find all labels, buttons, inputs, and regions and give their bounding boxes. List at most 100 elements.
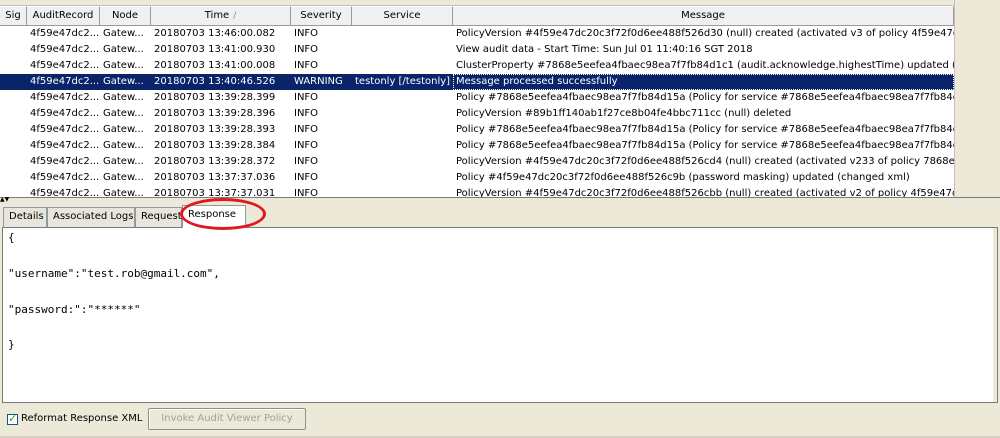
cell-node: Gatew... xyxy=(103,124,144,135)
cell-time: 20180703 13:39:28.399 xyxy=(154,92,276,103)
cell-node: Gatew... xyxy=(103,156,144,167)
table-body: 4f59e47dc2... Gatew... 20180703 13:46:00.0… xyxy=(0,26,954,198)
column-header-service[interactable]: Service xyxy=(352,6,453,26)
response-line: "username":"test.rob@gmail.com", xyxy=(8,267,220,280)
cell-severity: INFO xyxy=(294,60,319,71)
cell-node: Gatew... xyxy=(103,140,144,151)
cell-auditrecord: 4f59e47dc2... xyxy=(30,156,100,167)
tab-label: Request xyxy=(141,211,182,222)
reformat-response-xml-label: Reformat Response XML xyxy=(21,413,143,424)
cell-service: testonly [/testonly] xyxy=(355,76,451,87)
table-row[interactable]: 4f59e47dc2... Gatew... 20180703 13:39:28.3… xyxy=(0,138,954,154)
cell-sig xyxy=(0,42,27,58)
table-row[interactable]: 4f59e47dc2... Gatew... 20180703 13:46:00.0… xyxy=(0,26,954,42)
column-header-sig[interactable]: Sig xyxy=(0,6,27,26)
cell-time: 20180703 13:39:28.396 xyxy=(154,108,276,119)
table-row[interactable]: 4f59e47dc2... Gatew... 20180703 13:39:28.3… xyxy=(0,90,954,106)
cell-service xyxy=(352,26,453,42)
cell-sig xyxy=(0,106,27,122)
cell-service xyxy=(352,138,453,154)
cell-severity: INFO xyxy=(294,92,319,103)
cell-severity: INFO xyxy=(294,124,319,135)
tab-request[interactable]: Request xyxy=(135,207,182,227)
response-scrollbar[interactable] xyxy=(993,228,997,402)
table-row[interactable]: 4f59e47dc2... Gatew... 20180703 13:37:37.0… xyxy=(0,186,954,198)
table-row[interactable]: 4f59e47dc2... Gatew... 20180703 13:37:37.0… xyxy=(0,170,954,186)
cell-service xyxy=(352,90,453,106)
cell-severity: INFO xyxy=(294,28,319,39)
column-header-time[interactable]: Time / xyxy=(151,6,291,26)
cell-message: Message processed successfully xyxy=(453,74,954,90)
cell-severity: INFO xyxy=(294,108,319,119)
table-row[interactable]: 4f59e47dc2... Gatew... 20180703 13:41:00.9… xyxy=(0,42,954,58)
cell-message: PolicyVersion #4f59e47dc20c3f72f0d6ee488… xyxy=(456,188,954,198)
table-right-gutter xyxy=(954,0,1000,197)
cell-service xyxy=(352,186,453,197)
invoke-audit-viewer-policy-button[interactable]: Invoke Audit Viewer Policy xyxy=(148,408,306,430)
detail-tabs: Details Associated Logs Request Response xyxy=(0,203,1000,228)
cell-service xyxy=(352,58,453,74)
column-header-label: Node xyxy=(111,10,139,21)
cell-service xyxy=(352,154,453,170)
table-row[interactable]: 4f59e47dc2... Gatew... 20180703 13:41:00.0… xyxy=(0,58,954,74)
sort-indicator-icon: / xyxy=(233,11,237,21)
cell-sig xyxy=(0,154,27,170)
cell-message: Policy #4f59e47dc20c3f72f0d6ee488f526c9b… xyxy=(456,172,910,183)
cell-node: Gatew... xyxy=(103,28,144,39)
cell-sig xyxy=(0,90,27,106)
checkbox-checked-icon[interactable] xyxy=(7,412,18,426)
cell-severity: INFO xyxy=(294,188,319,198)
cell-node: Gatew... xyxy=(103,92,144,103)
cell-auditrecord: 4f59e47dc2... xyxy=(30,60,100,71)
cell-severity: INFO xyxy=(294,44,319,55)
column-header-message[interactable]: Message xyxy=(453,6,954,26)
column-header-node[interactable]: Node xyxy=(100,6,151,26)
tab-associated-logs[interactable]: Associated Logs xyxy=(47,207,135,227)
cell-auditrecord: 4f59e47dc2... xyxy=(30,44,100,55)
column-header-severity[interactable]: Severity xyxy=(291,6,352,26)
cell-time: 20180703 13:41:00.930 xyxy=(154,44,276,55)
column-header-label: AuditRecord xyxy=(32,10,94,21)
cell-message: PolicyVersion #89b1ff140ab1f27ce8b04fe4b… xyxy=(456,108,792,119)
tab-details[interactable]: Details xyxy=(3,207,47,227)
cell-message: ClusterProperty #7868e5eefea4fbaec98ea7f… xyxy=(456,60,954,71)
column-header-label: Message xyxy=(681,10,725,21)
response-body-panel[interactable]: { "username":"test.rob@gmail.com", "pass… xyxy=(2,227,998,403)
cell-time: 20180703 13:41:00.008 xyxy=(154,60,276,71)
cell-node: Gatew... xyxy=(103,108,144,119)
cell-time: 20180703 13:37:37.031 xyxy=(154,188,276,198)
cell-time: 20180703 13:39:28.393 xyxy=(154,124,276,135)
cell-message: Policy #7868e5eefea4fbaec98ea7f7fb84d15a… xyxy=(456,92,954,103)
table-row[interactable]: 4f59e47dc2... Gatew... 20180703 13:39:28.3… xyxy=(0,122,954,138)
cell-node: Gatew... xyxy=(103,188,144,198)
column-header-label: Time xyxy=(204,10,230,21)
cell-severity: INFO xyxy=(294,140,319,151)
cell-service xyxy=(352,170,453,186)
response-line: "password:":"******" xyxy=(8,303,141,316)
cell-auditrecord: 4f59e47dc2... xyxy=(30,172,100,183)
cell-severity: INFO xyxy=(294,156,319,167)
table-row[interactable]: 4f59e47dc2... Gatew... 20180703 13:39:28.3… xyxy=(0,154,954,170)
tab-response[interactable]: Response xyxy=(182,205,246,228)
table-row[interactable]: 4f59e47dc2... Gatew... 20180703 13:40:46.5… xyxy=(0,74,954,90)
cell-auditrecord: 4f59e47dc2... xyxy=(30,188,100,198)
column-header-label: Service xyxy=(383,10,421,21)
response-line: } xyxy=(8,338,15,351)
column-header-label: Sig xyxy=(5,10,21,21)
cell-sig xyxy=(0,138,27,154)
audit-table[interactable]: Sig AuditRecord Node Time / Severity Serv… xyxy=(0,0,1000,198)
bottom-toolbar: Reformat Response XML Invoke Audit Viewe… xyxy=(0,403,1000,438)
tab-label: Associated Logs xyxy=(53,211,134,222)
cell-sig xyxy=(0,26,27,42)
table-header: Sig AuditRecord Node Time / Severity Serv… xyxy=(0,6,954,26)
cell-severity: INFO xyxy=(294,172,319,183)
reformat-response-xml-checkbox[interactable]: Reformat Response XML xyxy=(7,411,142,427)
cell-time: 20180703 13:46:00.082 xyxy=(154,28,276,39)
column-header-label: Severity xyxy=(300,10,342,21)
cell-auditrecord: 4f59e47dc2... xyxy=(30,140,100,151)
cell-auditrecord: 4f59e47dc2... xyxy=(30,124,100,135)
column-header-auditrecord[interactable]: AuditRecord xyxy=(27,6,100,26)
cell-time: 20180703 13:39:28.384 xyxy=(154,140,276,151)
cell-auditrecord: 4f59e47dc2... xyxy=(30,28,100,39)
table-row[interactable]: 4f59e47dc2... Gatew... 20180703 13:39:28.3… xyxy=(0,106,954,122)
